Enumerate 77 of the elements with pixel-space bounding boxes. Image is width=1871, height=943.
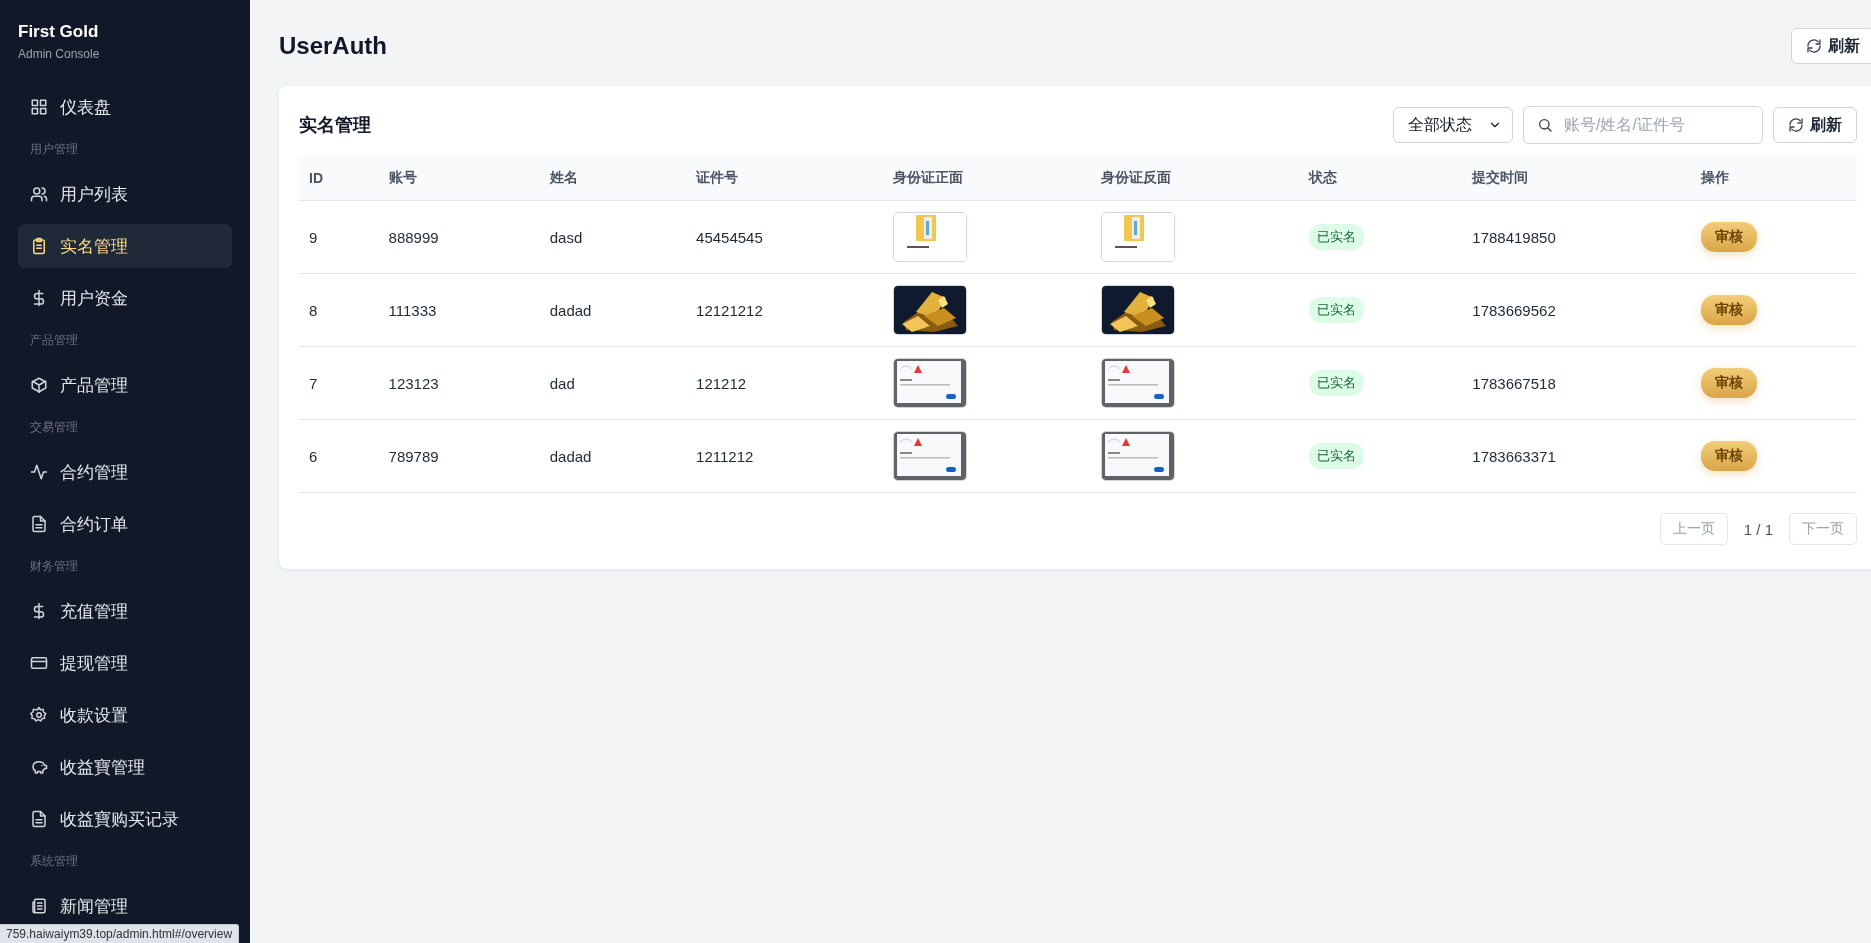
piggy-bank-icon bbox=[30, 758, 48, 776]
cube-icon bbox=[30, 376, 48, 394]
sidebar-item[interactable]: 用户资金 bbox=[18, 276, 232, 320]
table-cell: 111333 bbox=[378, 273, 540, 347]
status-badge: 已实名 bbox=[1308, 443, 1364, 469]
sidebar-item[interactable]: 合约管理 bbox=[18, 450, 232, 494]
column-header: 操作 bbox=[1691, 156, 1857, 201]
table-cell: 7 bbox=[299, 346, 379, 420]
brand-name: First Gold bbox=[18, 22, 100, 42]
document-icon bbox=[30, 515, 48, 533]
document-icon bbox=[30, 810, 48, 828]
table-cell: 888999 bbox=[378, 200, 540, 274]
table-cell: 6 bbox=[299, 419, 379, 493]
table-cell: 8 bbox=[299, 273, 379, 347]
users-icon bbox=[30, 185, 48, 203]
sidebar-section-label: 用户管理 bbox=[29, 141, 79, 158]
sidebar-item[interactable]: 用户列表 bbox=[18, 172, 232, 216]
sidebar-item[interactable]: 收益寶购买记录 bbox=[18, 797, 232, 841]
sidebar-item[interactable]: 充值管理 bbox=[18, 589, 232, 633]
review-button[interactable]: 审核 bbox=[1701, 368, 1758, 398]
newspaper-icon bbox=[30, 897, 48, 915]
sidebar-section-label: 系统管理 bbox=[29, 853, 79, 870]
refresh-button[interactable]: 刷新 bbox=[1791, 28, 1871, 64]
sidebar-item[interactable]: 仪表盘 bbox=[18, 85, 232, 129]
sidebar-section-label: 产品管理 bbox=[29, 332, 79, 349]
table-cell: 1783669562 bbox=[1462, 273, 1692, 347]
table-cell: 45454545 bbox=[686, 200, 883, 274]
sidebar-item[interactable]: 合约订单 bbox=[18, 502, 232, 546]
table-cell: dasd bbox=[539, 200, 687, 274]
table-cell: 12121212 bbox=[686, 273, 883, 347]
table-cell: 1783667518 bbox=[1462, 346, 1692, 420]
refresh-button[interactable]: 刷新 bbox=[1773, 107, 1857, 143]
credit-card-icon bbox=[30, 654, 48, 672]
clipboard-icon bbox=[30, 237, 48, 255]
status-badge: 已实名 bbox=[1308, 370, 1364, 396]
status-badge: 已实名 bbox=[1308, 297, 1364, 323]
page-indicator: 1 / 1 bbox=[1743, 520, 1773, 538]
brand-subtitle: Admin Console bbox=[18, 47, 101, 61]
column-header: 姓名 bbox=[539, 156, 687, 201]
column-header: 状态 bbox=[1298, 156, 1463, 201]
card-title: 实名管理 bbox=[299, 114, 372, 137]
column-header: ID bbox=[299, 156, 379, 201]
table-cell: 1211212 bbox=[686, 419, 883, 493]
sidebar-item[interactable]: 提现管理 bbox=[18, 641, 232, 685]
table-cell: 121212 bbox=[686, 346, 883, 420]
sidebar-section-label: 交易管理 bbox=[29, 419, 79, 436]
sidebar-item[interactable]: 收款设置 bbox=[18, 693, 232, 737]
settings-icon bbox=[30, 706, 48, 724]
table-cell: dadad bbox=[539, 273, 687, 347]
table-cell: 1783663371 bbox=[1462, 419, 1692, 493]
column-header: 身份证反面 bbox=[1090, 156, 1299, 201]
status-filter-dropdown[interactable]: 全部状态 bbox=[1393, 107, 1513, 143]
column-header: 证件号 bbox=[686, 156, 883, 201]
column-header: 提交时间 bbox=[1462, 156, 1692, 201]
activity-icon bbox=[30, 463, 48, 481]
table-cell: dadad bbox=[539, 419, 687, 493]
review-button[interactable]: 审核 bbox=[1701, 222, 1758, 252]
refresh-icon bbox=[1788, 117, 1804, 133]
sidebar-item[interactable]: 产品管理 bbox=[18, 363, 232, 407]
table-cell: 789789 bbox=[378, 419, 540, 493]
table-cell: 1788419850 bbox=[1462, 200, 1692, 274]
table-cell: 123123 bbox=[378, 346, 540, 420]
status-badge: 已实名 bbox=[1308, 224, 1364, 250]
column-header: 身份证正面 bbox=[882, 156, 1091, 201]
table-cell: 9 bbox=[299, 200, 379, 274]
link-url-tooltip: 759.haiwaiym39.top/admin.html#/overview bbox=[0, 924, 240, 943]
search-field[interactable]: 账号/姓名/证件号 bbox=[1523, 106, 1763, 144]
column-header: 账号 bbox=[378, 156, 540, 201]
sidebar-item[interactable]: 收益寶管理 bbox=[18, 745, 232, 789]
sidebar-section-label: 财务管理 bbox=[29, 558, 79, 575]
page-title: UserAuth bbox=[279, 32, 387, 60]
sidebar-item[interactable]: 实名管理 bbox=[18, 224, 232, 268]
grid-icon bbox=[30, 98, 48, 116]
review-button[interactable]: 审核 bbox=[1701, 295, 1758, 325]
refresh-icon bbox=[1806, 38, 1822, 54]
review-button[interactable]: 审核 bbox=[1701, 441, 1758, 471]
table-cell: dad bbox=[539, 346, 687, 420]
